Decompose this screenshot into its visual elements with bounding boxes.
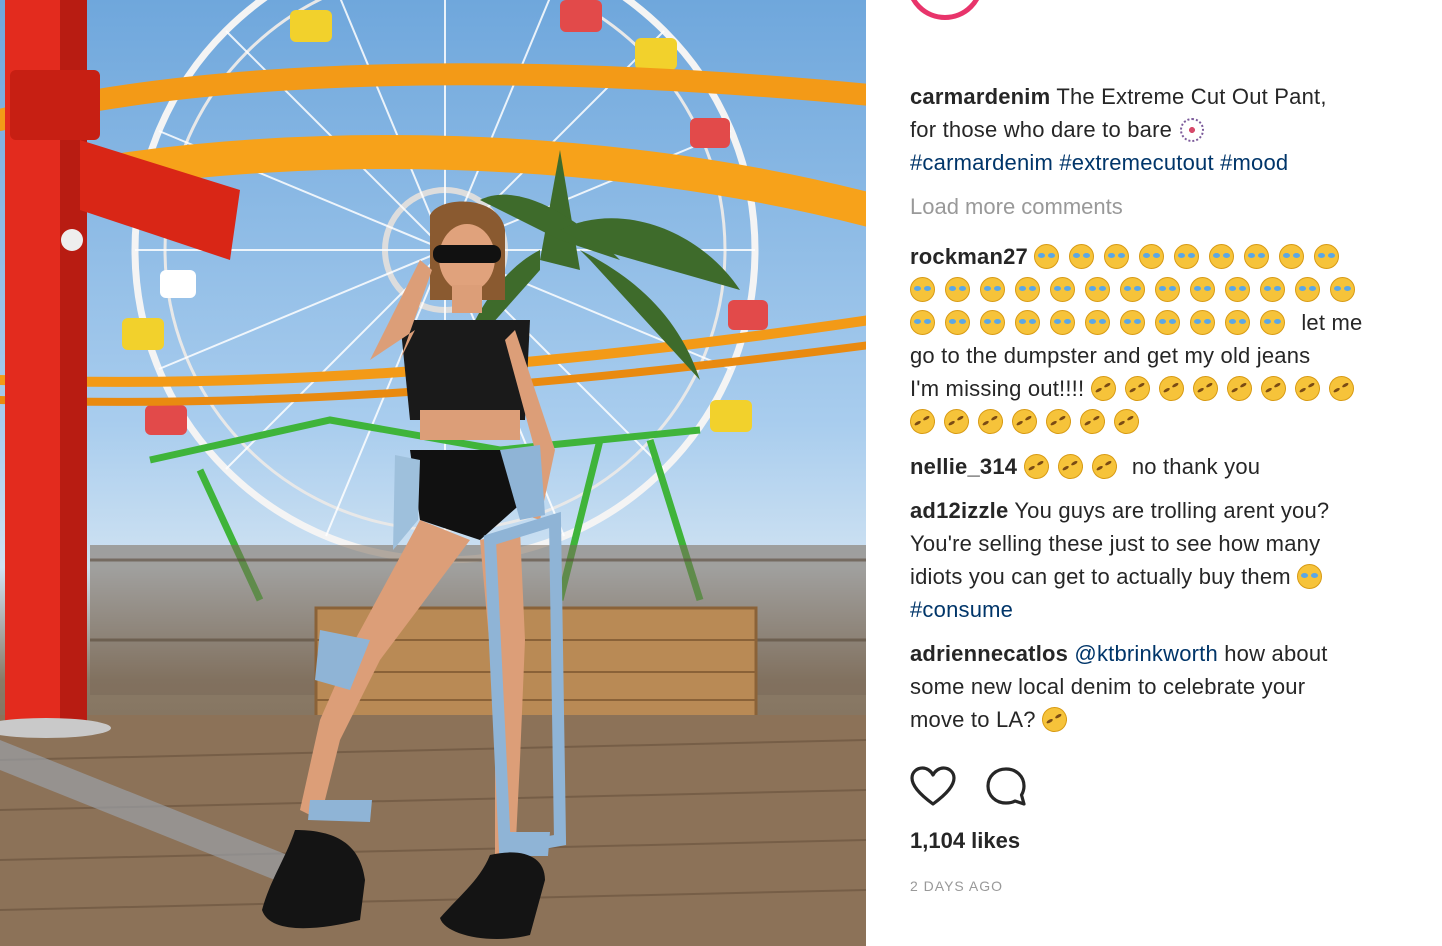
scream-emoji-icon — [910, 277, 935, 302]
scream-emoji-icon — [1120, 277, 1145, 302]
heart-icon[interactable] — [910, 766, 956, 813]
rofl-emoji-icon — [1086, 449, 1122, 484]
rofl-emoji-icon — [939, 404, 974, 439]
scream-emoji-icon — [1120, 310, 1145, 335]
scream-emoji-icon — [1174, 244, 1200, 269]
caption-text-line-1: The Extreme Cut Out Pant, — [1056, 84, 1327, 109]
scream-emoji-icon — [1330, 277, 1355, 302]
rofl-emoji-icon — [1222, 371, 1257, 406]
comment-author-link[interactable]: rockman27 — [910, 244, 1028, 269]
hashtag-link[interactable]: #extremecutout — [1059, 150, 1213, 175]
hashtag-link[interactable]: #consume — [910, 597, 1013, 622]
scream-emoji-icon — [1104, 244, 1130, 269]
rofl-emoji-icon — [1154, 371, 1189, 406]
photo-illustration — [0, 0, 866, 946]
rofl-emoji-icon — [1324, 371, 1359, 406]
scream-emoji-icon — [1034, 244, 1060, 269]
rofl-emoji-icon — [1086, 371, 1121, 406]
post-details-panel: carmardenim The Extreme Cut Out Pant, fo… — [866, 0, 1442, 946]
comment-text: You guys are trolling arent you? — [1014, 498, 1330, 523]
rofl-emoji-icon — [1109, 404, 1144, 439]
comment-text: go to the dumpster and get my old jeans — [910, 343, 1311, 368]
load-more-comments-link[interactable]: Load more comments — [910, 194, 1123, 220]
scream-emoji-icon — [1279, 244, 1305, 269]
scream-emoji-icon — [1069, 244, 1095, 269]
rofl-emoji-icon — [1188, 371, 1223, 406]
rofl-emoji-icon — [1041, 404, 1076, 439]
scream-emoji-icon — [1260, 277, 1285, 302]
rofl-emoji-icon — [973, 404, 1008, 439]
scream-emoji-icon — [910, 310, 935, 335]
scream-emoji-icon — [1209, 244, 1235, 269]
scream-emoji-icon — [1297, 564, 1323, 589]
comment-text: no thank you — [1131, 454, 1261, 479]
rofl-emoji-icon — [1037, 702, 1072, 737]
scream-emoji-icon — [1260, 310, 1285, 335]
post-photo[interactable] — [0, 0, 866, 946]
comment-text: some new local denim to celebrate your — [910, 674, 1306, 699]
hashtag-link[interactable]: #mood — [1220, 150, 1288, 175]
scream-emoji-icon — [1085, 277, 1110, 302]
post-timestamp[interactable]: 2 DAYS AGO — [910, 878, 1003, 894]
scream-emoji-icon — [1314, 244, 1340, 269]
caption-text-line-2: for those who dare to bare — [910, 117, 1173, 142]
scream-emoji-icon — [1244, 244, 1270, 269]
ferris-wheel-emoji-icon — [1180, 118, 1205, 142]
scream-emoji-icon — [945, 310, 970, 335]
scream-emoji-icon — [1225, 277, 1250, 302]
comment-text: I'm missing out!!!! — [910, 376, 1085, 401]
scream-emoji-icon — [1050, 310, 1075, 335]
scream-emoji-icon — [1085, 310, 1110, 335]
comment: ad12izzle You guys are trolling arent yo… — [910, 494, 1410, 626]
scream-emoji-icon — [1155, 310, 1180, 335]
comment-author-link[interactable]: nellie_314 — [910, 454, 1017, 479]
scream-emoji-icon — [945, 277, 970, 302]
comment-text: idiots you can get to actually buy them — [910, 564, 1291, 589]
scream-emoji-icon — [1295, 277, 1320, 302]
caption-author-link[interactable]: carmardenim — [910, 84, 1050, 109]
comment-text: let me — [1301, 310, 1363, 335]
comment: nellie_314 no thank you — [910, 449, 1410, 484]
rofl-emoji-icon — [1052, 449, 1088, 484]
scream-emoji-icon — [1015, 277, 1040, 302]
hashtag-link[interactable]: #carmardenim — [910, 150, 1053, 175]
author-avatar[interactable] — [906, 0, 984, 20]
scream-emoji-icon — [1155, 277, 1180, 302]
scream-emoji-icon — [1190, 277, 1215, 302]
comment-text: move to LA? — [910, 707, 1036, 732]
comment-text: You're selling these just to see how man… — [910, 531, 1321, 556]
scream-emoji-icon — [980, 310, 1005, 335]
comment: adriennecatlos @ktbrinkworth how about s… — [910, 637, 1410, 737]
rofl-emoji-icon — [1256, 371, 1291, 406]
rofl-emoji-icon — [905, 404, 940, 439]
post-actions — [910, 766, 1052, 814]
scream-emoji-icon — [980, 277, 1005, 302]
mention-link[interactable]: @ktbrinkworth — [1074, 641, 1218, 666]
rofl-emoji-icon — [1290, 371, 1325, 406]
comment-author-link[interactable]: adriennecatlos — [910, 641, 1068, 666]
comment: rockman27 let me go to the dumpster and … — [905, 240, 1410, 439]
rofl-emoji-icon — [1007, 404, 1042, 439]
rofl-emoji-icon — [1120, 371, 1155, 406]
scream-emoji-icon — [1190, 310, 1215, 335]
comment-text: how about — [1224, 641, 1328, 666]
rofl-emoji-icon — [1018, 449, 1054, 484]
scream-emoji-icon — [1139, 244, 1165, 269]
scream-emoji-icon — [1225, 310, 1250, 335]
scream-emoji-icon — [1015, 310, 1040, 335]
comment-bubble-icon[interactable] — [984, 766, 1028, 813]
post-caption: carmardenim The Extreme Cut Out Pant, fo… — [910, 80, 1410, 179]
likes-count[interactable]: 1,104 likes — [910, 828, 1020, 854]
rofl-emoji-icon — [1075, 404, 1110, 439]
comment-author-link[interactable]: ad12izzle — [910, 498, 1008, 523]
scream-emoji-icon — [1050, 277, 1075, 302]
